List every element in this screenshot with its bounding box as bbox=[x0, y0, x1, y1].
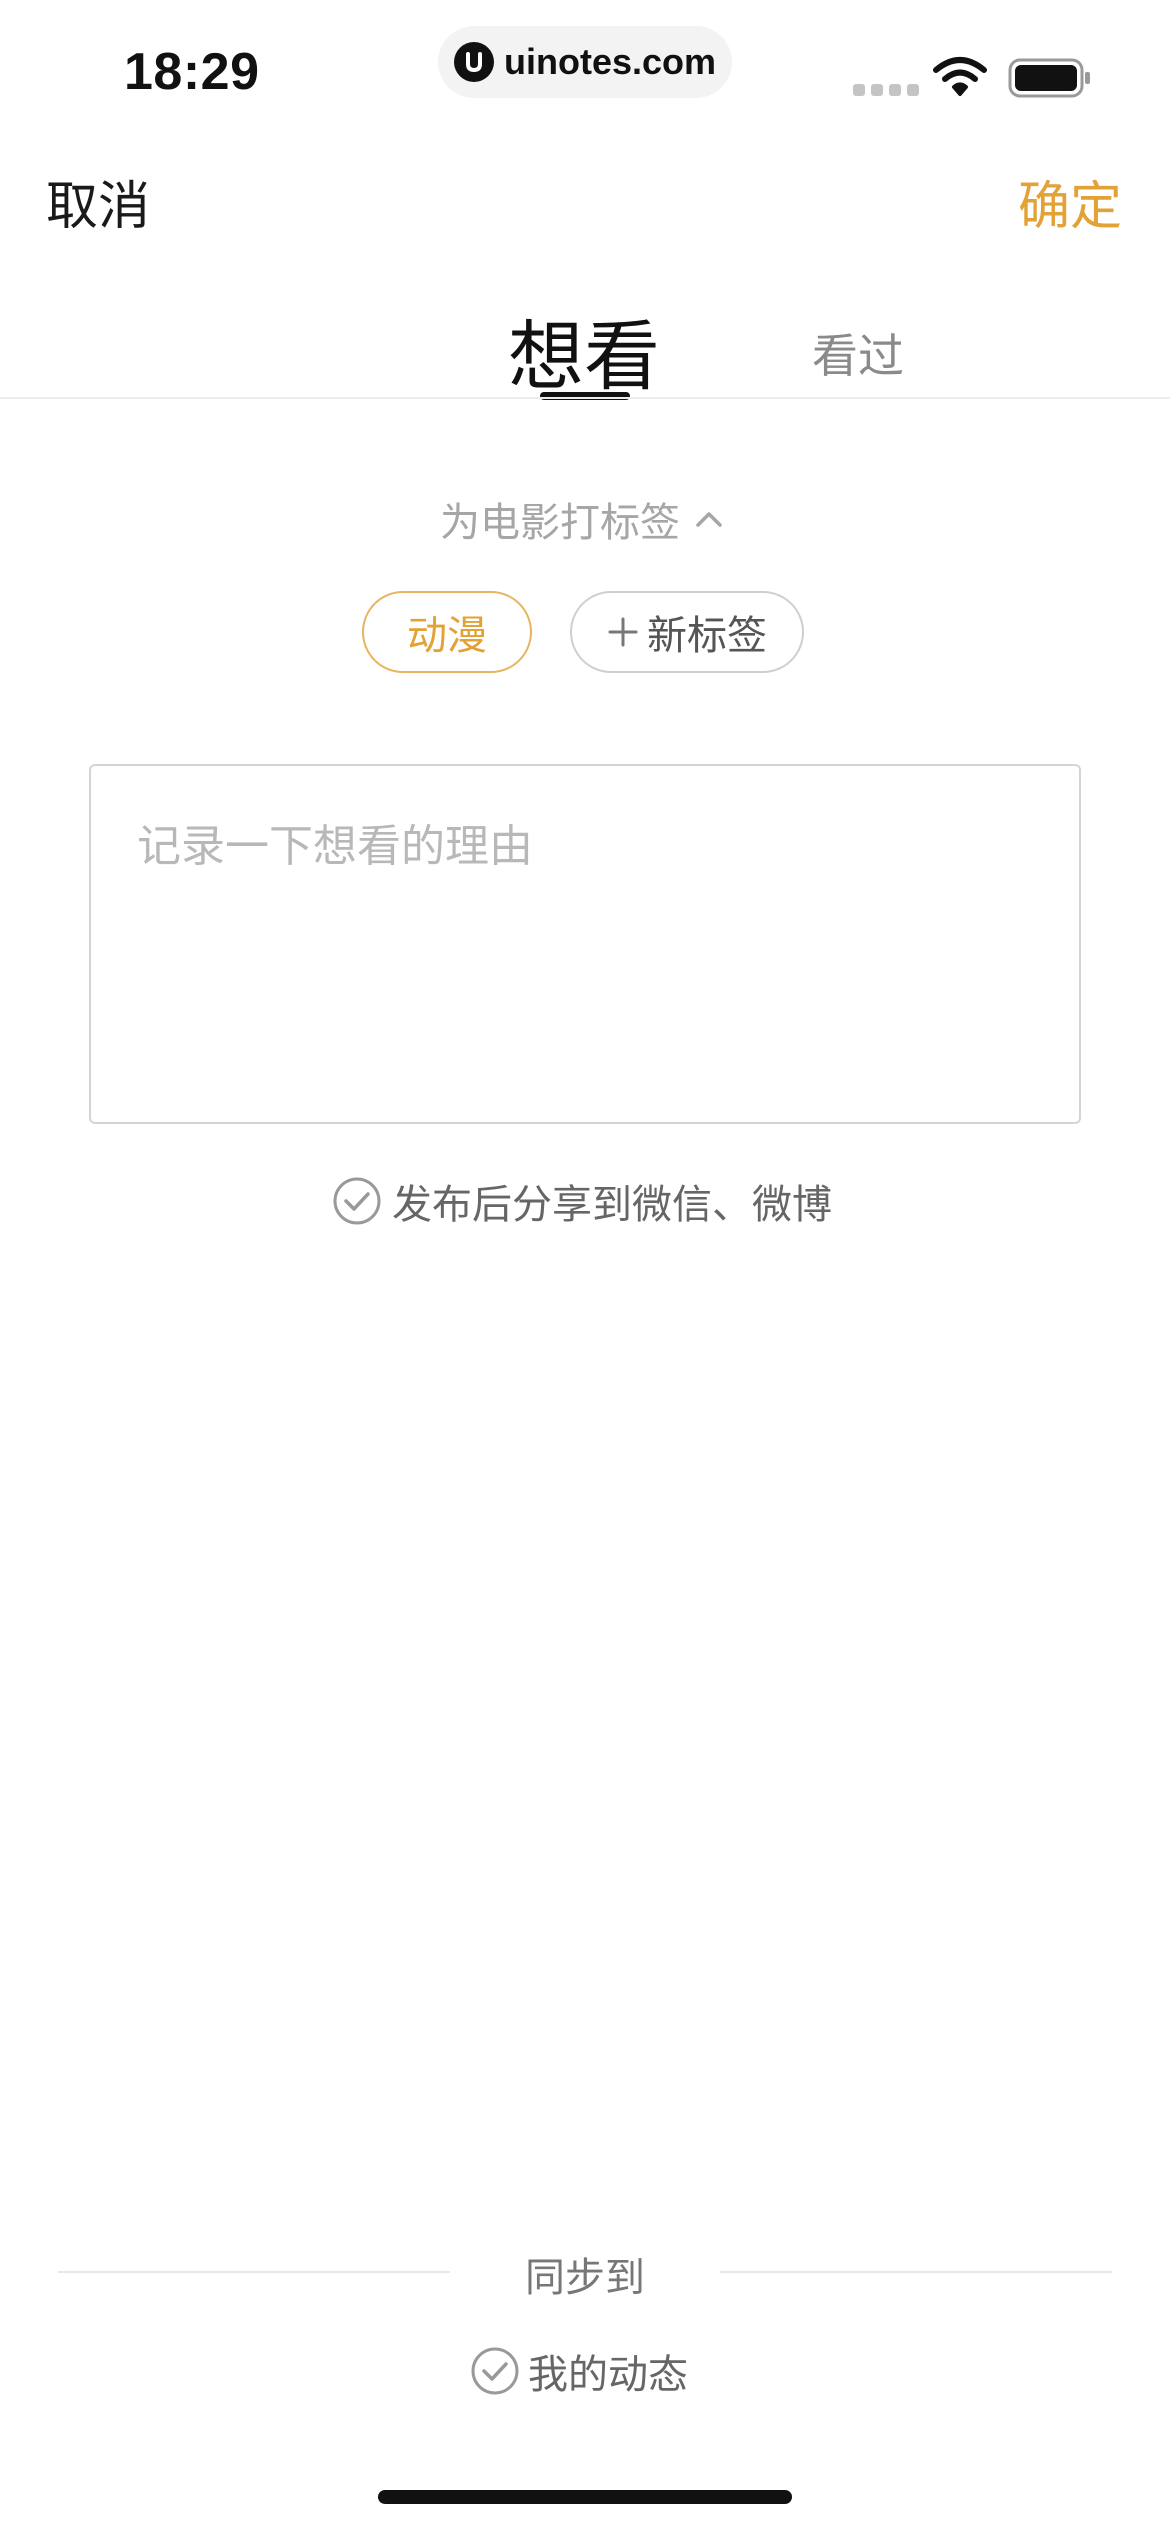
my-feed-label: 我的动态 bbox=[528, 2352, 688, 2398]
reason-input[interactable] bbox=[89, 764, 1081, 1124]
share-label: 发布后分享到微信、微博 bbox=[392, 1182, 832, 1228]
tab-want-to-watch[interactable]: 想看 bbox=[508, 295, 660, 405]
home-indicator[interactable] bbox=[378, 2490, 792, 2504]
sync-my-feed-checkbox[interactable]: 我的动态 bbox=[470, 2342, 688, 2400]
tag-section-toggle[interactable]: 为电影打标签 bbox=[440, 490, 724, 548]
tag-heading-label: 为电影打标签 bbox=[440, 500, 680, 546]
confirm-button[interactable]: 确定 bbox=[1018, 164, 1122, 239]
site-logo-icon bbox=[454, 42, 494, 82]
add-new-tag-button[interactable]: 新标签 bbox=[570, 591, 804, 673]
url-text: uinotes.com bbox=[504, 41, 717, 82]
divider-left bbox=[58, 2271, 450, 2273]
status-time: 18:29 bbox=[124, 43, 260, 101]
check-circle-icon bbox=[470, 2346, 520, 2396]
tag-chip-anime[interactable]: 动漫 bbox=[362, 591, 532, 673]
wifi-icon bbox=[933, 57, 987, 96]
cancel-button[interactable]: 取消 bbox=[46, 164, 150, 239]
divider-right bbox=[720, 2271, 1112, 2273]
plus-icon bbox=[607, 616, 639, 648]
share-checkbox[interactable]: 发布后分享到微信、微博 bbox=[332, 1172, 832, 1230]
battery-icon bbox=[1008, 58, 1090, 98]
tab-watched[interactable]: 看过 bbox=[812, 320, 904, 386]
url-pill[interactable]: uinotes.com bbox=[438, 26, 732, 98]
signal-icon bbox=[853, 84, 919, 96]
check-circle-icon bbox=[332, 1176, 382, 1226]
chevron-up-icon bbox=[696, 512, 722, 527]
new-tag-label: 新标签 bbox=[647, 613, 767, 659]
tabs-divider bbox=[0, 397, 1170, 399]
sync-title: 同步到 bbox=[525, 2255, 645, 2301]
